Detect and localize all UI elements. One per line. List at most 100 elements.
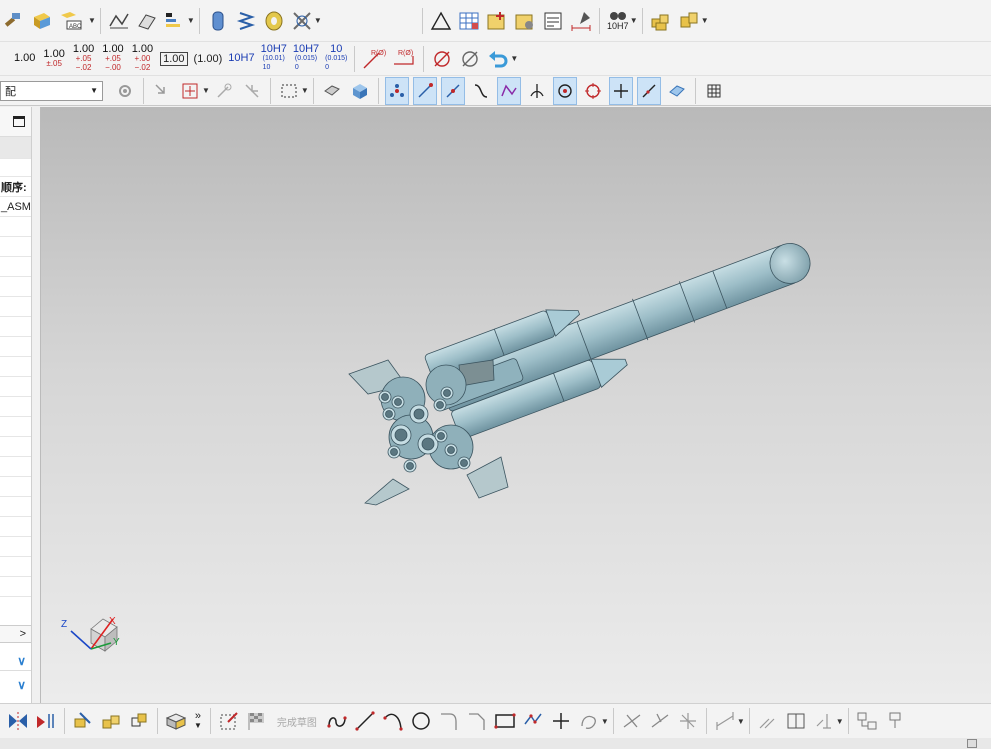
snap-on-line-icon[interactable]	[636, 76, 661, 105]
chevron-down-icon[interactable]: ▼	[187, 16, 195, 25]
navigator-expand-row[interactable]: >	[0, 625, 31, 643]
fit-tolerance-button[interactable]: 10H7 (0.015) 0	[293, 44, 319, 72]
maximize-icon[interactable]	[13, 116, 25, 127]
chevron-down-icon[interactable]: ▼	[88, 16, 96, 25]
tolerance-bilateral-button[interactable]: 1.00 +.05 −.02	[73, 44, 94, 73]
chevron-down-icon[interactable]: ▼	[314, 16, 322, 25]
chevron-down-icon[interactable]: ▼	[836, 717, 844, 726]
navigator-row[interactable]	[0, 159, 31, 177]
snap-control-icon[interactable]	[496, 76, 521, 105]
mirror-icon[interactable]	[6, 707, 30, 735]
finish-flag-icon[interactable]	[245, 707, 269, 735]
status-icon[interactable]	[967, 739, 977, 748]
hammer-icon[interactable]	[2, 7, 26, 35]
text-label-icon[interactable]: ABC	[58, 7, 88, 35]
pattern-list-icon[interactable]	[163, 7, 187, 35]
navigator-order-label[interactable]: 顺序:	[0, 177, 31, 197]
quick-dimension-icon[interactable]	[713, 707, 737, 735]
navigator-row[interactable]	[0, 577, 31, 597]
brush-dimension-icon[interactable]	[569, 7, 593, 35]
add-component-icon[interactable]	[99, 707, 123, 735]
fit-plain-button[interactable]: 10H7	[228, 53, 254, 64]
component-blocks-icon[interactable]	[677, 7, 701, 35]
snap-move-icon[interactable]	[240, 77, 264, 105]
panel-splitter[interactable]	[32, 107, 41, 703]
diameter-alt-icon[interactable]	[458, 45, 482, 73]
geometric-constraint-icon[interactable]	[756, 707, 780, 735]
radius-alt-button[interactable]: R(Ø)	[391, 45, 417, 73]
image-add-icon[interactable]	[485, 7, 509, 35]
rect-select-icon[interactable]	[277, 77, 301, 105]
tolerance-none-button[interactable]: 1.00	[14, 53, 35, 64]
snap-point-icon[interactable]	[212, 77, 236, 105]
navigator-row[interactable]	[0, 537, 31, 557]
snap-intersection-icon[interactable]	[525, 77, 549, 105]
body-select-icon[interactable]	[348, 77, 372, 105]
snap-surface-icon[interactable]	[665, 77, 689, 105]
snap-center-icon[interactable]	[552, 76, 577, 105]
navigator-row[interactable]	[0, 517, 31, 537]
circle-icon[interactable]	[409, 707, 433, 735]
navigator-row[interactable]	[0, 317, 31, 337]
chevron-down-icon[interactable]: ▼	[601, 717, 609, 726]
triangle-icon[interactable]	[429, 7, 453, 35]
chevron-down-icon[interactable]: ▼	[737, 717, 745, 726]
navigator-row[interactable]	[0, 397, 31, 417]
navigator-row[interactable]	[0, 217, 31, 237]
fit-value-button[interactable]: 10 (0.015) 0	[325, 44, 347, 72]
snap-point-on-curve-icon[interactable]	[608, 76, 633, 105]
offset-icon[interactable]	[34, 707, 58, 735]
reference-dimension-button[interactable]: (1.00)	[194, 53, 223, 65]
navigator-row[interactable]	[0, 337, 31, 357]
trim-icon[interactable]	[620, 707, 644, 735]
assembly-scope-select[interactable]: 配 ▼	[0, 80, 103, 101]
navigator-row[interactable]	[0, 417, 31, 437]
chevron-down-icon[interactable]: ▼	[202, 86, 210, 95]
image-settings-icon[interactable]	[513, 7, 537, 35]
chevron-down-icon[interactable]: ▼	[701, 16, 709, 25]
navigator-row[interactable]	[0, 477, 31, 497]
radius-dimension-button[interactable]: R(Ø)	[361, 45, 387, 73]
chevron-down-icon[interactable]: ▼	[630, 16, 638, 25]
sketch-icon[interactable]	[217, 707, 241, 735]
navigator-row[interactable]	[0, 237, 31, 257]
point-icon[interactable]	[549, 707, 573, 735]
fit-binoculars-icon[interactable]: 10H7	[606, 7, 630, 35]
details-section[interactable]: ∨	[0, 675, 31, 695]
auto-constrain-icon[interactable]	[812, 707, 836, 735]
sheet-surface-icon[interactable]	[135, 7, 159, 35]
relations-icon[interactable]	[855, 707, 879, 735]
make-corner-icon[interactable]	[676, 707, 700, 735]
filter-gear-icon[interactable]	[113, 77, 137, 105]
face-select-icon[interactable]	[320, 77, 344, 105]
tolerance-upper-button[interactable]: 1.00 +.05 −.00	[102, 44, 123, 73]
diameter-icon[interactable]	[430, 45, 454, 73]
undo-arrow-icon[interactable]	[486, 45, 510, 73]
assembly-blocks-icon[interactable]	[649, 7, 673, 35]
basic-dimension-button[interactable]: 1.00	[160, 51, 188, 66]
studio-spline-icon[interactable]	[577, 707, 601, 735]
washer-icon[interactable]	[262, 7, 286, 35]
assembly-constraint-icon[interactable]	[71, 707, 95, 735]
snap-quadrant-icon[interactable]	[581, 77, 605, 105]
extend-icon[interactable]	[648, 707, 672, 735]
chevron-down-icon[interactable]: ▼	[510, 54, 518, 63]
move-component-icon[interactable]	[127, 707, 151, 735]
navigator-row[interactable]	[0, 497, 31, 517]
relations-alt-icon[interactable]	[883, 707, 907, 735]
more-tools-icon[interactable]: »	[195, 711, 201, 722]
navigator-row[interactable]	[0, 257, 31, 277]
fit-limits-button[interactable]: 10H7 (10.01) 10	[261, 44, 287, 72]
show-constraints-icon[interactable]	[784, 707, 808, 735]
spring-icon[interactable]	[234, 7, 258, 35]
navigator-row[interactable]	[0, 377, 31, 397]
polygon-icon[interactable]	[521, 707, 545, 735]
snap-arrow-icon[interactable]	[150, 77, 174, 105]
cross-tool-icon[interactable]	[290, 7, 314, 35]
chevron-down-icon[interactable]: ▼	[301, 86, 309, 95]
cylinder-stack-icon[interactable]	[206, 7, 230, 35]
table-icon[interactable]	[457, 7, 481, 35]
navigator-row[interactable]	[0, 277, 31, 297]
snap-curve-icon[interactable]	[469, 77, 493, 105]
snap-endpoint-icon[interactable]	[412, 76, 437, 105]
